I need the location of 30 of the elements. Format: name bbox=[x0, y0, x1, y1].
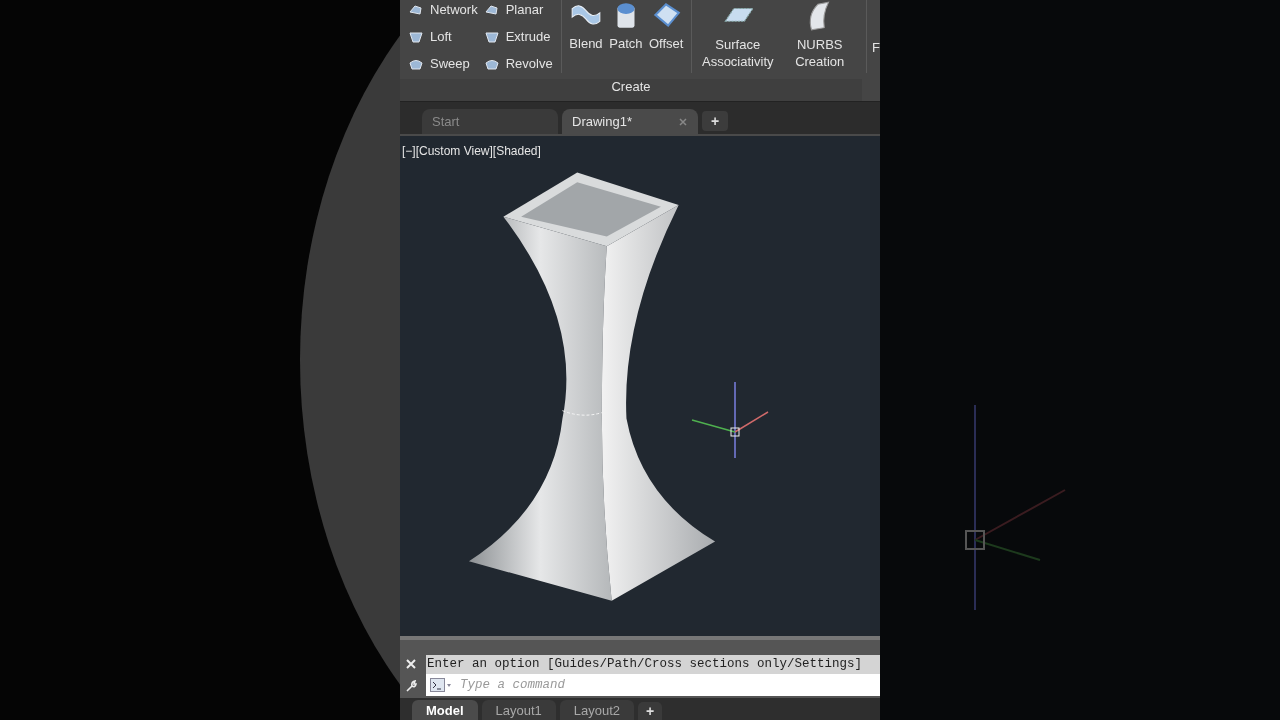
prompt-icon[interactable] bbox=[430, 678, 452, 692]
layout-tab[interactable]: Layout1 bbox=[481, 700, 556, 720]
new-tab-button[interactable]: + bbox=[702, 111, 728, 131]
layout-tab[interactable]: Model bbox=[412, 700, 478, 720]
ribbon-tool-label[interactable]: F bbox=[872, 40, 880, 55]
ribbon-tool[interactable]: Extrude bbox=[483, 23, 553, 50]
ribbon-tool[interactable]: Planar bbox=[483, 0, 553, 23]
ribbon-tool[interactable]: Revolve bbox=[483, 50, 553, 77]
ribbon-tool[interactable]: Network bbox=[408, 0, 478, 23]
file-tab[interactable]: Drawing1* bbox=[562, 109, 698, 134]
ribbon-tool[interactable]: NURBS Creation bbox=[779, 0, 860, 70]
ribbon-tool[interactable]: Surface Associativity bbox=[697, 0, 778, 70]
surface-icon bbox=[483, 2, 500, 17]
add-layout-button[interactable]: + bbox=[638, 702, 663, 720]
surface-icon bbox=[408, 2, 424, 17]
ribbon-tool[interactable]: Loft bbox=[408, 23, 478, 50]
surface-icon bbox=[483, 29, 500, 44]
ucs-axis-icon bbox=[690, 380, 770, 460]
command-history-text: Enter an option [Guides/Path/Cross sections only/Settings] bbox=[426, 655, 880, 674]
command-input-field[interactable]: Type a command bbox=[458, 677, 880, 693]
layout-tab[interactable]: Layout2 bbox=[559, 700, 635, 720]
panel-title: Create bbox=[400, 79, 862, 101]
ribbon-tool[interactable]: Blend bbox=[566, 0, 605, 51]
viewport-controls[interactable]: [−][Custom View][Shaded] bbox=[402, 144, 541, 158]
ribbon-tool[interactable]: Sweep bbox=[408, 50, 478, 77]
surface-icon bbox=[408, 29, 424, 44]
ribbon-tool[interactable]: Offset bbox=[646, 0, 686, 51]
ribbon-tool[interactable]: Patch bbox=[606, 0, 645, 51]
command-line-field[interactable]: Type a command bbox=[426, 674, 880, 696]
wrench-icon[interactable] bbox=[405, 680, 417, 692]
